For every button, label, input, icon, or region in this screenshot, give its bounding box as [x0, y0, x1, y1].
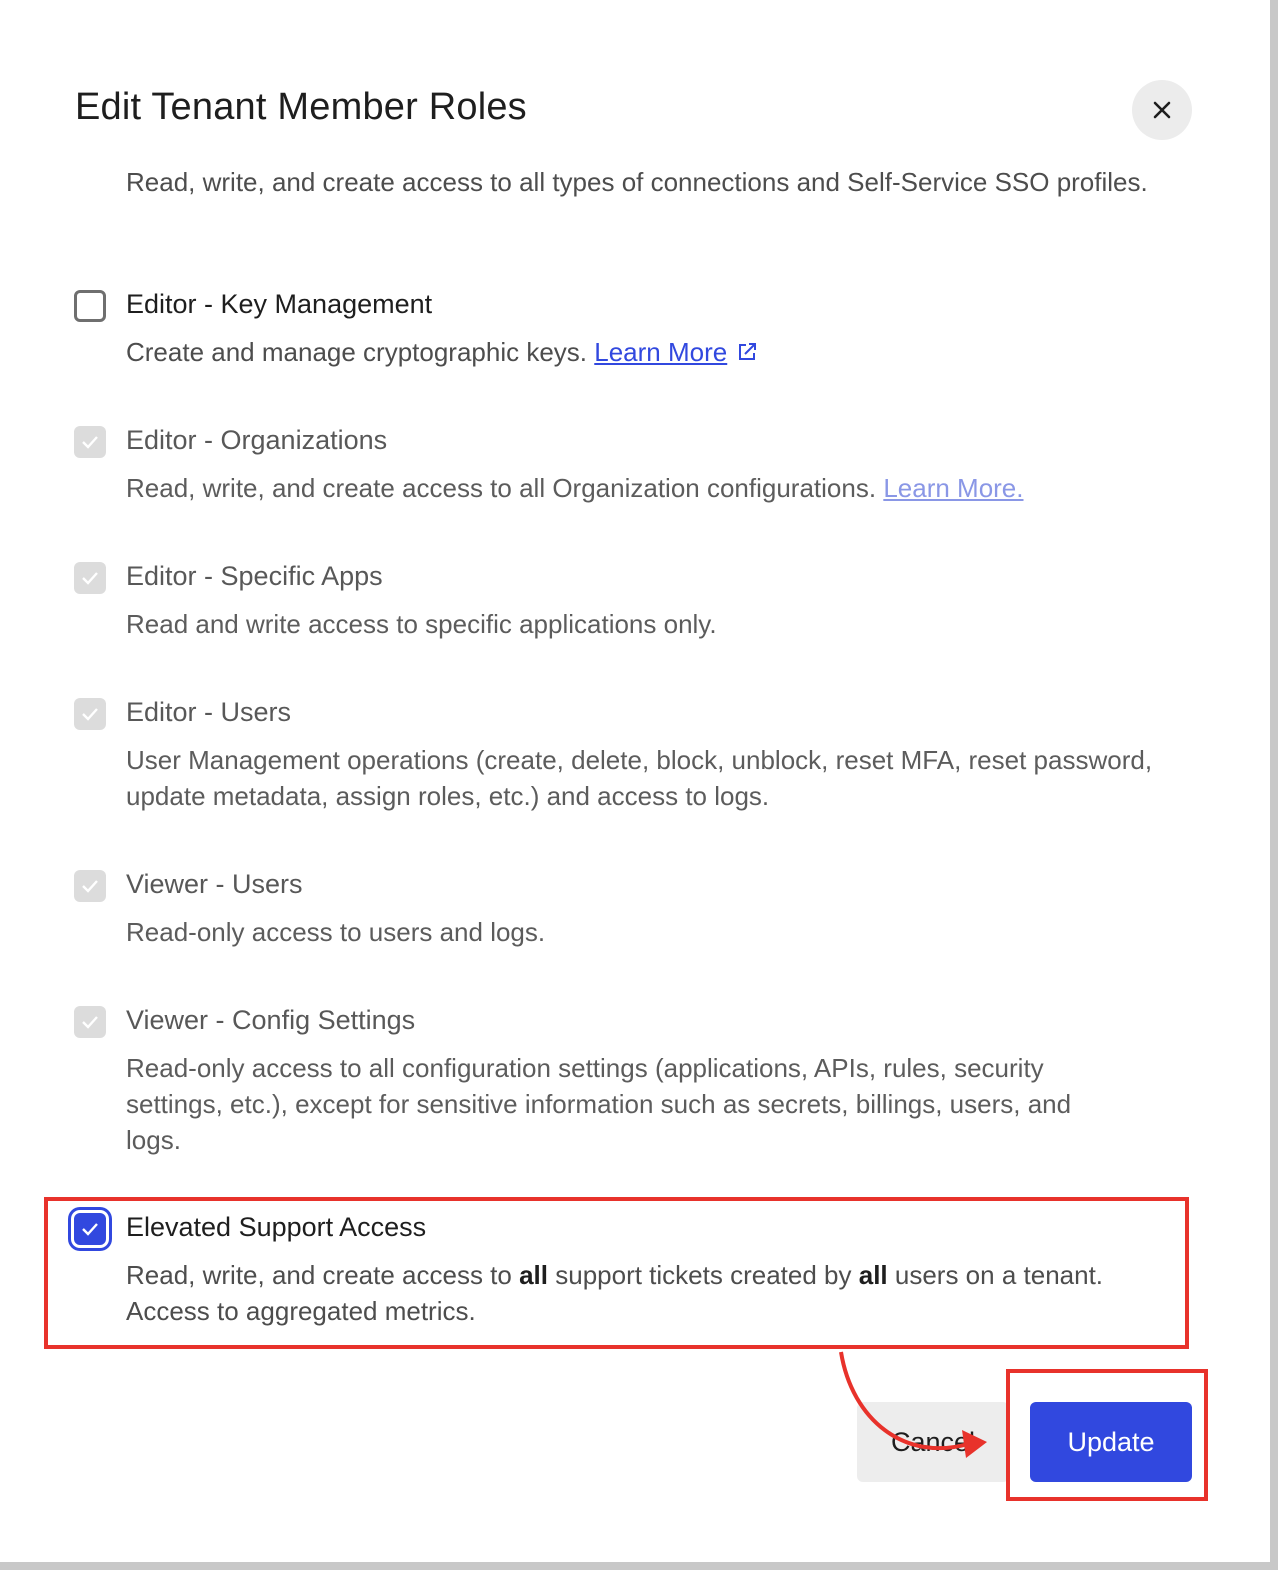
annotation-highlight-update — [1006, 1369, 1208, 1501]
role-description: User Management operations (create, dele… — [126, 745, 1153, 811]
external-link-icon[interactable] — [735, 340, 759, 364]
role-name: Editor - Key Management — [126, 289, 433, 319]
edit-roles-dialog: Edit Tenant Member Roles Read, write, an… — [0, 0, 1270, 1562]
role-description: Read, write, and create access to all Or… — [126, 470, 1226, 506]
window-edge — [1270, 0, 1278, 1570]
check-icon — [82, 436, 98, 449]
role-name: Editor - Users — [126, 697, 292, 727]
role-description-text: Create and manage cryptographic keys. — [126, 337, 588, 367]
role-checkbox — [74, 870, 106, 902]
check-icon — [82, 708, 98, 721]
scroll-fade — [0, 158, 1270, 172]
window-edge — [0, 1562, 1278, 1570]
role-description: Read-only access to users and logs. — [126, 917, 546, 947]
annotation-highlight-elevated-support — [44, 1197, 1189, 1349]
role-name: Viewer - Config Settings — [126, 1005, 416, 1035]
check-icon — [82, 880, 98, 893]
dialog-title: Edit Tenant Member Roles — [75, 86, 527, 128]
learn-more-link[interactable]: Learn More — [594, 337, 727, 367]
role-name: Viewer - Users — [126, 869, 303, 899]
close-button[interactable] — [1132, 80, 1192, 140]
learn-more-link[interactable]: Learn More. — [883, 473, 1023, 503]
check-icon — [82, 572, 98, 585]
role-description: Read-only access to all configuration se… — [126, 1053, 1072, 1155]
role-name: Editor - Organizations — [126, 425, 388, 455]
role-checkbox[interactable] — [74, 290, 106, 322]
role-checkbox — [74, 1006, 106, 1038]
roles-list[interactable]: Read, write, and create access to all ty… — [0, 158, 1270, 1358]
role-name: Editor - Specific Apps — [126, 561, 383, 591]
role-checkbox — [74, 698, 106, 730]
role-description-text: Read, write, and create access to all Or… — [126, 473, 877, 503]
role-checkbox — [74, 562, 106, 594]
role-description: Create and manage cryptographic keys. Le… — [126, 334, 1176, 370]
role-checkbox — [74, 426, 106, 458]
role-description: Read and write access to specific applic… — [126, 609, 717, 639]
cancel-button[interactable]: Cancel — [857, 1402, 1009, 1482]
check-icon — [82, 1016, 98, 1029]
close-icon — [1153, 101, 1171, 119]
